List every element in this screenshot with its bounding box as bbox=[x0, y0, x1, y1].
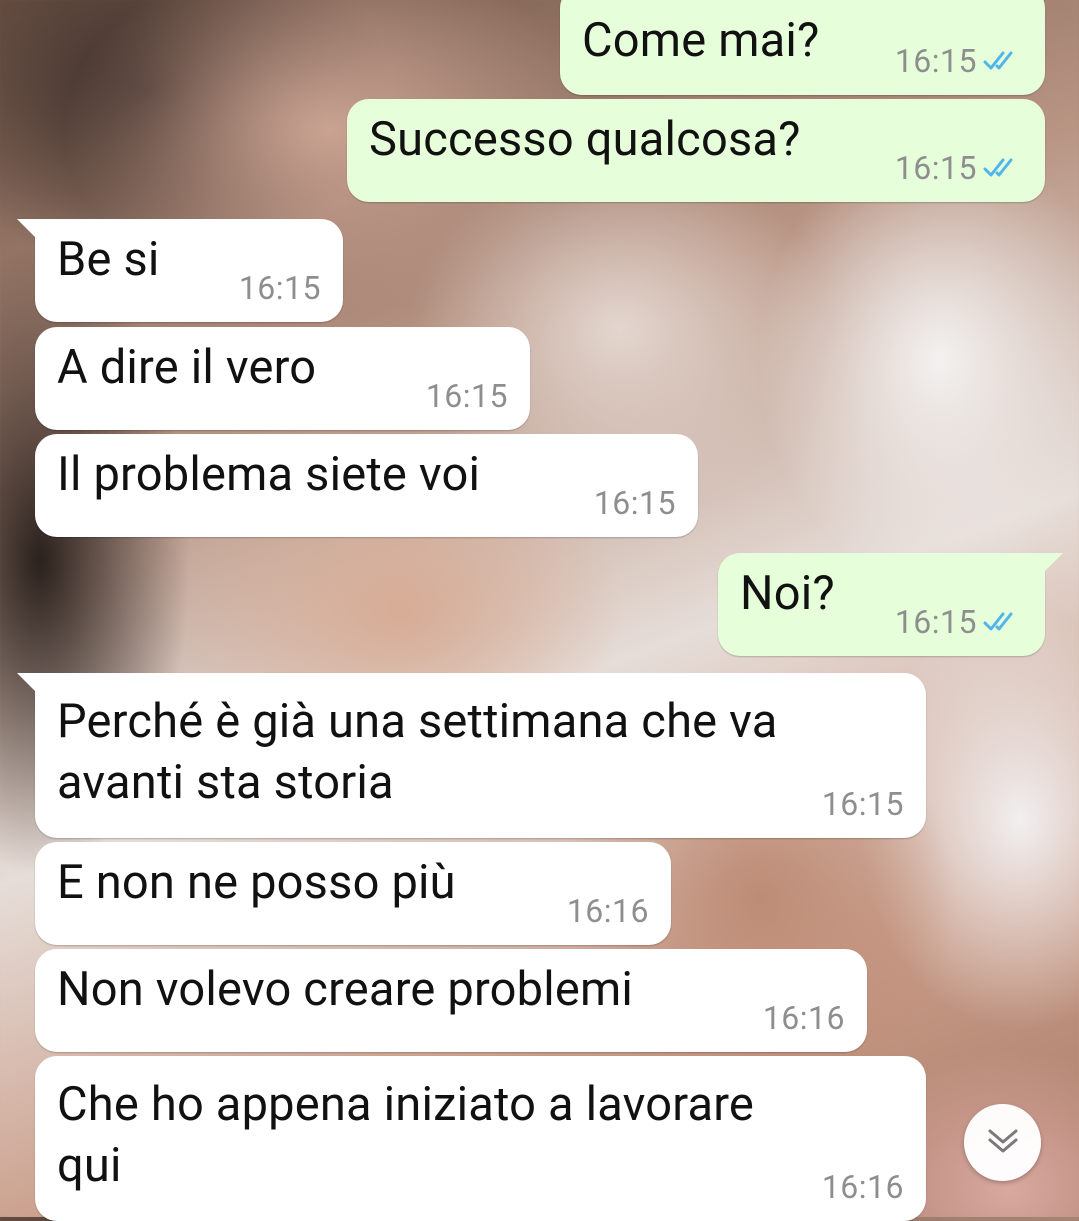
message-text: Successo qualcosa? bbox=[369, 112, 801, 167]
message-text: E non ne posso più bbox=[57, 855, 456, 910]
message-meta: 16:16 bbox=[567, 893, 649, 929]
message-bubble-outgoing[interactable]: Come mai? 16:15 bbox=[560, 0, 1045, 95]
message-meta: 16:15 bbox=[895, 43, 1023, 79]
message-meta: 16:15 bbox=[426, 378, 508, 414]
scroll-to-bottom-button[interactable] bbox=[964, 1104, 1041, 1181]
message-text: Come mai? bbox=[582, 13, 820, 68]
message-bubble-incoming[interactable]: E non ne posso più 16:16 bbox=[35, 842, 671, 945]
message-time: 16:15 bbox=[894, 149, 977, 187]
message-meta: 16:15 bbox=[594, 485, 676, 521]
message-bubble-outgoing[interactable]: Successo qualcosa? 16:15 bbox=[347, 99, 1045, 202]
double-check-icon bbox=[983, 156, 1023, 180]
message-meta: 16:15 bbox=[822, 786, 904, 822]
message-text-line-2: avanti sta storia bbox=[57, 755, 394, 810]
message-meta: 16:15 bbox=[895, 150, 1023, 186]
message-time: 16:15 bbox=[238, 269, 321, 307]
bubble-tail bbox=[17, 219, 39, 241]
double-check-icon bbox=[983, 49, 1023, 73]
bubble-tail bbox=[17, 673, 39, 695]
message-meta: 16:16 bbox=[822, 1169, 904, 1205]
message-time: 16:16 bbox=[566, 892, 649, 930]
message-bubble-incoming[interactable]: Non volevo creare problemi 16:16 bbox=[35, 949, 867, 1052]
message-meta: 16:15 bbox=[895, 604, 1023, 640]
message-meta: 16:15 bbox=[239, 270, 321, 306]
bubble-tail bbox=[1041, 553, 1063, 575]
message-text-line-2: qui bbox=[57, 1138, 122, 1193]
message-text-line-1: Perché è già una settimana che va bbox=[57, 694, 778, 749]
message-time: 16:15 bbox=[821, 785, 904, 823]
message-text: Non volevo creare problemi bbox=[57, 962, 634, 1017]
message-bubble-incoming[interactable]: Il problema siete voi 16:15 bbox=[35, 434, 698, 537]
message-time: 16:15 bbox=[894, 42, 977, 80]
message-bubble-outgoing[interactable]: Noi? 16:15 bbox=[718, 553, 1063, 656]
message-text: Il problema siete voi bbox=[57, 447, 481, 502]
message-bubble-incoming[interactable]: Be si 16:15 bbox=[17, 219, 343, 322]
message-bubble-incoming[interactable]: Perché è già una settimana che va avanti… bbox=[17, 673, 926, 838]
message-text: Be si bbox=[57, 232, 160, 287]
message-text-line-1: Che ho appena iniziato a lavorare bbox=[57, 1077, 755, 1132]
message-time: 16:15 bbox=[894, 603, 977, 641]
message-time: 16:16 bbox=[821, 1168, 904, 1206]
double-check-icon bbox=[983, 610, 1023, 634]
double-chevron-down-icon bbox=[985, 1125, 1021, 1161]
message-time: 16:16 bbox=[762, 999, 845, 1037]
message-text: Noi? bbox=[740, 566, 835, 621]
message-bubble-incoming[interactable]: Che ho appena iniziato a lavorare qui 16… bbox=[35, 1056, 926, 1221]
message-time: 16:15 bbox=[593, 484, 676, 522]
message-time: 16:15 bbox=[425, 377, 508, 415]
message-text: A dire il vero bbox=[57, 340, 317, 395]
message-meta: 16:16 bbox=[763, 1000, 845, 1036]
message-bubble-incoming[interactable]: A dire il vero 16:15 bbox=[35, 327, 530, 430]
